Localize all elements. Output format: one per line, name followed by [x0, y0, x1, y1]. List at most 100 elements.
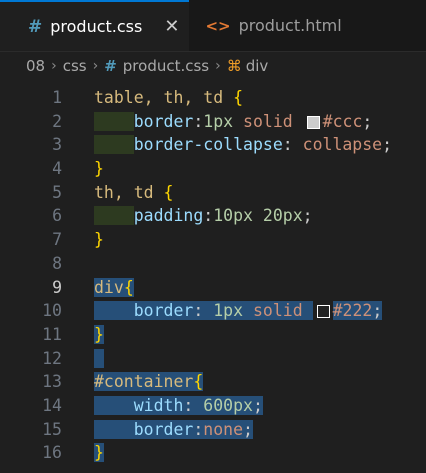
breadcrumb-symbol[interactable]: div — [246, 57, 269, 75]
code-text: div{ — [62, 276, 134, 300]
code-token: 600px — [203, 395, 253, 415]
html-file-icon: <> — [205, 16, 231, 35]
code-token: ; — [243, 419, 253, 439]
breadcrumb: 08 › css › # product.css › ⌘ div — [0, 54, 426, 78]
code-text: } — [62, 323, 104, 347]
code-token: : — [193, 301, 214, 321]
chevron-right-icon: › — [92, 58, 99, 74]
code-token: padding — [133, 206, 204, 226]
code-text: } — [62, 228, 104, 252]
code-token: : — [282, 135, 303, 155]
code-token: 1px — [213, 301, 244, 321]
code-line[interactable]: 16} — [0, 441, 426, 465]
code-text: } — [62, 441, 104, 465]
code-token: div — [94, 277, 124, 297]
code-line[interactable]: 6 padding:10px 20px; — [0, 204, 426, 228]
code-text — [62, 347, 104, 371]
code-line[interactable]: 9 div{ — [0, 276, 426, 300]
line-number: 1 — [52, 88, 62, 107]
line-number: 12 — [42, 348, 62, 368]
line-number: 5 — [52, 182, 62, 202]
code-line[interactable]: 7} — [0, 228, 426, 252]
line-number: 14 — [42, 395, 62, 415]
code-token: : — [183, 395, 204, 415]
code-token: border — [133, 111, 194, 131]
code-text: } — [62, 157, 104, 181]
line-number: 11 — [42, 324, 62, 344]
line-number: 13 — [42, 372, 62, 392]
code-token: solid — [233, 111, 303, 131]
breadcrumb-folder[interactable]: 08 — [26, 57, 45, 75]
code-line[interactable]: 15 border:none; — [0, 418, 426, 442]
breadcrumb-file[interactable]: product.css — [123, 57, 209, 75]
code-line[interactable]: 5 th, td { — [0, 181, 426, 205]
breadcrumb-folder[interactable]: css — [63, 57, 87, 75]
code-text: border-collapse: collapse; — [62, 133, 392, 157]
chevron-right-icon: › — [51, 58, 57, 74]
line-number: 4 — [52, 159, 62, 179]
code-token: width — [133, 395, 184, 415]
code-token: border — [133, 419, 194, 439]
color-swatch[interactable] — [316, 305, 330, 319]
line-number: 3 — [52, 135, 62, 155]
code-token: ; — [252, 395, 263, 415]
css-file-icon: # — [104, 57, 117, 75]
tab-product-css[interactable]: # product.css ✕ — [0, 0, 190, 51]
code-token: table, th, td — [94, 88, 234, 107]
selection-highlight — [94, 348, 104, 368]
color-swatch[interactable] — [306, 115, 320, 129]
code-line[interactable]: 8 — [0, 252, 426, 276]
code-token — [94, 395, 134, 415]
line-number: 7 — [52, 230, 62, 250]
code-token: : — [193, 111, 204, 131]
code-token: 1px — [203, 111, 234, 131]
code-token — [94, 301, 134, 321]
code-token: { — [233, 88, 244, 107]
code-line[interactable]: 2 border:1px solid #ccc; — [0, 110, 426, 134]
code-line[interactable]: 11} — [0, 323, 426, 347]
code-token: } — [94, 443, 104, 463]
line-number: 6 — [52, 206, 62, 226]
code-token: : — [193, 419, 204, 439]
code-line[interactable]: 12 — [0, 347, 426, 371]
code-token: #222 — [332, 301, 373, 321]
code-text: table, th, td { — [62, 86, 243, 110]
code-line[interactable]: 10 border: 1px solid #222; — [0, 299, 426, 323]
code-text: width: 600px; — [62, 394, 263, 418]
code-token: ; — [372, 301, 383, 321]
line-number: 2 — [52, 111, 62, 131]
line-number: 9 — [52, 277, 62, 297]
code-line[interactable]: 14 width: 600px; — [0, 394, 426, 418]
code-editor[interactable]: 1 table, th, td {2 border:1px solid #ccc;… — [0, 86, 426, 465]
code-token: th, td — [94, 182, 164, 202]
code-line[interactable]: 13 #container{ — [0, 370, 426, 394]
symbol-structure-icon: ⌘ — [226, 57, 242, 75]
code-token: { — [163, 182, 174, 202]
code-token: ; — [302, 206, 313, 226]
code-line[interactable]: 3 border-collapse: collapse; — [0, 133, 426, 157]
code-token: border — [133, 301, 194, 321]
code-token: { — [123, 277, 134, 297]
code-token: collapse — [302, 135, 383, 155]
code-token: none — [203, 419, 244, 439]
line-number: 8 — [52, 253, 62, 273]
line-number: 15 — [42, 419, 62, 439]
code-line[interactable]: 4} — [0, 157, 426, 181]
code-token: } — [94, 324, 104, 344]
tab-label: product.html — [238, 16, 342, 35]
tab-bar: # product.css ✕ <> product.html — [0, 0, 426, 52]
css-file-icon: # — [28, 16, 43, 37]
code-text: padding:10px 20px; — [62, 204, 313, 228]
tab-product-html[interactable]: <> product.html — [189, 0, 357, 51]
close-icon[interactable]: ✕ — [164, 16, 179, 37]
code-token — [94, 111, 134, 131]
code-token: 10px 20px — [213, 206, 303, 226]
tab-label: product.css — [50, 17, 143, 36]
code-token — [94, 135, 134, 155]
code-line[interactable]: 1 table, th, td { — [0, 86, 426, 110]
code-token: { — [193, 372, 204, 392]
code-text: th, td { — [62, 181, 173, 205]
code-token — [94, 206, 134, 226]
code-token: ; — [382, 135, 393, 155]
code-text: border:none; — [62, 418, 253, 442]
